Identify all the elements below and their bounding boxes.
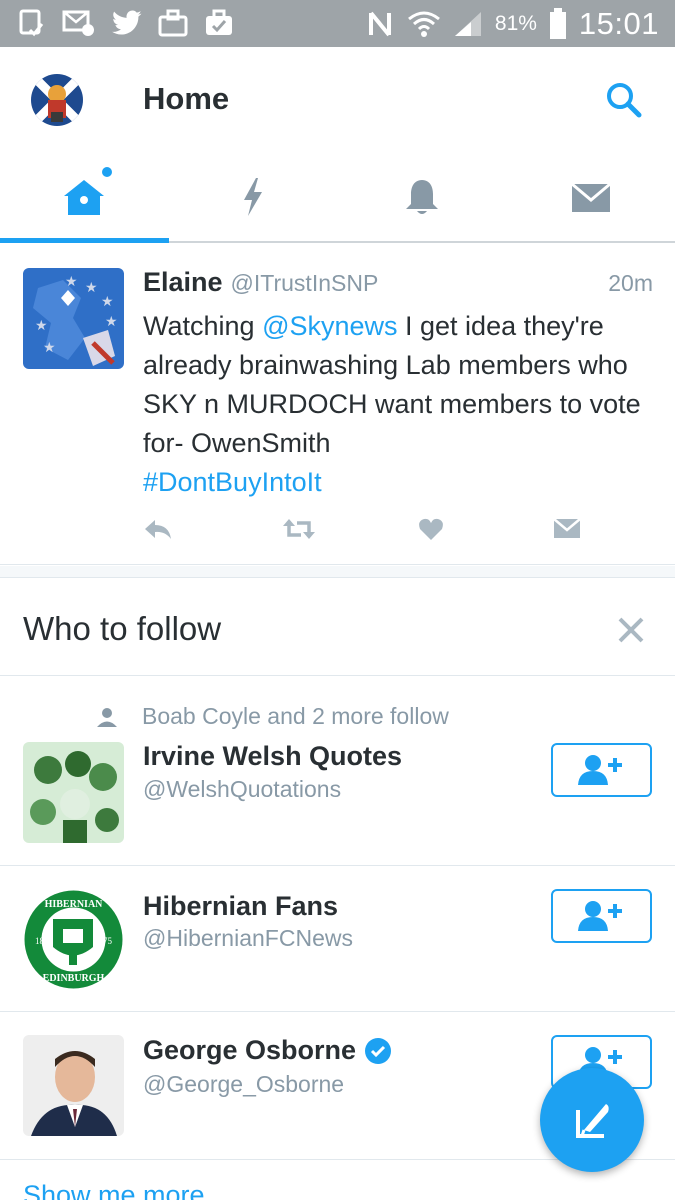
reply-icon <box>145 520 171 539</box>
tweet-author-avatar[interactable]: ★ ★ ★ ★ ★ ★ <box>23 268 124 369</box>
tweet-timestamp: 20m <box>608 270 653 296</box>
add-user-icon <box>577 755 622 785</box>
retweet-icon <box>283 519 315 539</box>
like-button[interactable] <box>418 517 444 546</box>
signal-icon <box>454 11 481 36</box>
battery-percent: 81% <box>494 11 537 35</box>
wifi-icon <box>407 11 440 37</box>
nfc-icon <box>368 11 391 36</box>
tweet-header: Elaine @ITrustInSNP 20m <box>143 267 653 298</box>
suggestion-handle: @WelshQuotations <box>143 776 342 802</box>
svg-text:HIBERNIAN: HIBERNIAN <box>45 899 104 910</box>
suggestion-name-text: Hibernian Fans <box>143 891 339 921</box>
status-indicators: 81% 15:01 <box>367 0 659 47</box>
status-bar: 81% 15:01 <box>0 0 675 47</box>
add-user-icon <box>577 901 622 931</box>
show-more-link[interactable]: Show me more <box>23 1180 205 1200</box>
search-button[interactable] <box>605 81 643 119</box>
media-icon <box>158 9 188 37</box>
svg-text:75: 75 <box>103 936 113 946</box>
clock: 15:01 <box>578 5 659 41</box>
direct-message-button[interactable] <box>553 517 581 544</box>
like-icon <box>419 518 443 540</box>
lightning-icon <box>244 178 263 216</box>
twitter-icon <box>112 10 142 35</box>
direct-message-icon <box>553 518 581 538</box>
follow-suggestion[interactable]: HIBERNIAN EDINBURGH 18 75 Hibernian Fans… <box>0 867 675 1012</box>
bell-icon <box>405 180 438 214</box>
suggestion-name-text: George Osborne <box>143 1035 357 1065</box>
tab-home[interactable] <box>0 153 169 243</box>
retweet-button[interactable] <box>281 517 317 546</box>
person-icon <box>97 707 117 727</box>
suggestion-name-text: Irvine Welsh Quotes <box>143 741 403 771</box>
tab-bar <box>0 153 675 243</box>
svg-text:★: ★ <box>105 314 118 330</box>
profile-avatar[interactable] <box>31 74 83 126</box>
suggestion-handle: @HibernianFCNews <box>143 925 353 951</box>
tweet-hashtag[interactable]: #DontBuyIntoIt <box>143 467 322 497</box>
tweet-author-name[interactable]: Elaine <box>143 267 223 298</box>
suggestion-avatar[interactable] <box>23 742 124 843</box>
tweet-actions <box>143 517 593 547</box>
section-divider <box>0 566 675 578</box>
svg-text:★: ★ <box>85 280 98 296</box>
notification-icons <box>18 8 234 38</box>
svg-text:18: 18 <box>35 936 45 946</box>
suggestion-name[interactable]: Irvine Welsh Quotes <box>143 741 402 772</box>
home-icon <box>64 180 105 215</box>
verified-badge-icon <box>365 1037 392 1064</box>
battery-icon <box>549 7 566 39</box>
suggestion-name[interactable]: Hibernian Fans <box>143 891 338 922</box>
tab-messages[interactable] <box>506 153 675 241</box>
suggestion-avatar[interactable]: HIBERNIAN EDINBURGH 18 75 <box>23 889 124 990</box>
page-title: Home <box>143 81 230 116</box>
who-to-follow-header: Who to follow <box>0 578 675 676</box>
social-context: Boab Coyle and 2 more follow <box>96 703 449 730</box>
tab-notifications[interactable] <box>338 153 507 241</box>
tweet-text: Watching @Skynews I get idea they're alr… <box>143 307 658 502</box>
dismiss-button[interactable] <box>615 614 647 646</box>
briefcase-icon <box>206 9 232 35</box>
tweet-author-handle[interactable]: @ITrustInSNP <box>231 270 379 297</box>
tweet-text-part: Watching <box>143 311 263 341</box>
follow-button[interactable] <box>551 743 652 797</box>
close-icon <box>618 617 644 643</box>
follow-suggestion[interactable]: Boab Coyle and 2 more follow Irvine Wels… <box>0 677 675 866</box>
screenshot-icon <box>19 9 44 37</box>
new-content-dot <box>102 167 112 177</box>
social-context-text: Boab Coyle and 2 more follow <box>142 703 449 729</box>
svg-text:★: ★ <box>35 318 48 334</box>
suggestion-handle: @George_Osborne <box>143 1071 345 1097</box>
tweet-mention[interactable]: @Skynews <box>262 311 397 341</box>
svg-text:★: ★ <box>101 294 114 310</box>
reply-button[interactable] <box>143 517 173 548</box>
who-to-follow-title: Who to follow <box>23 610 222 647</box>
app-bar: Home <box>0 47 675 153</box>
search-icon <box>607 83 642 118</box>
suggestion-name[interactable]: George Osborne <box>143 1035 392 1066</box>
compose-icon <box>576 1104 609 1138</box>
email-notify-icon <box>62 10 94 36</box>
envelope-icon <box>570 182 611 212</box>
svg-text:EDINBURGH: EDINBURGH <box>43 973 105 984</box>
follow-button[interactable] <box>551 889 652 943</box>
tweet[interactable]: ★ ★ ★ ★ ★ ★ Elaine @ITrustInSNP 20m Watc… <box>0 245 675 565</box>
suggestion-avatar[interactable] <box>23 1035 124 1136</box>
tab-moments[interactable] <box>169 153 338 241</box>
compose-tweet-button[interactable] <box>540 1068 644 1172</box>
svg-text:★: ★ <box>43 340 56 356</box>
svg-text:★: ★ <box>65 274 78 290</box>
